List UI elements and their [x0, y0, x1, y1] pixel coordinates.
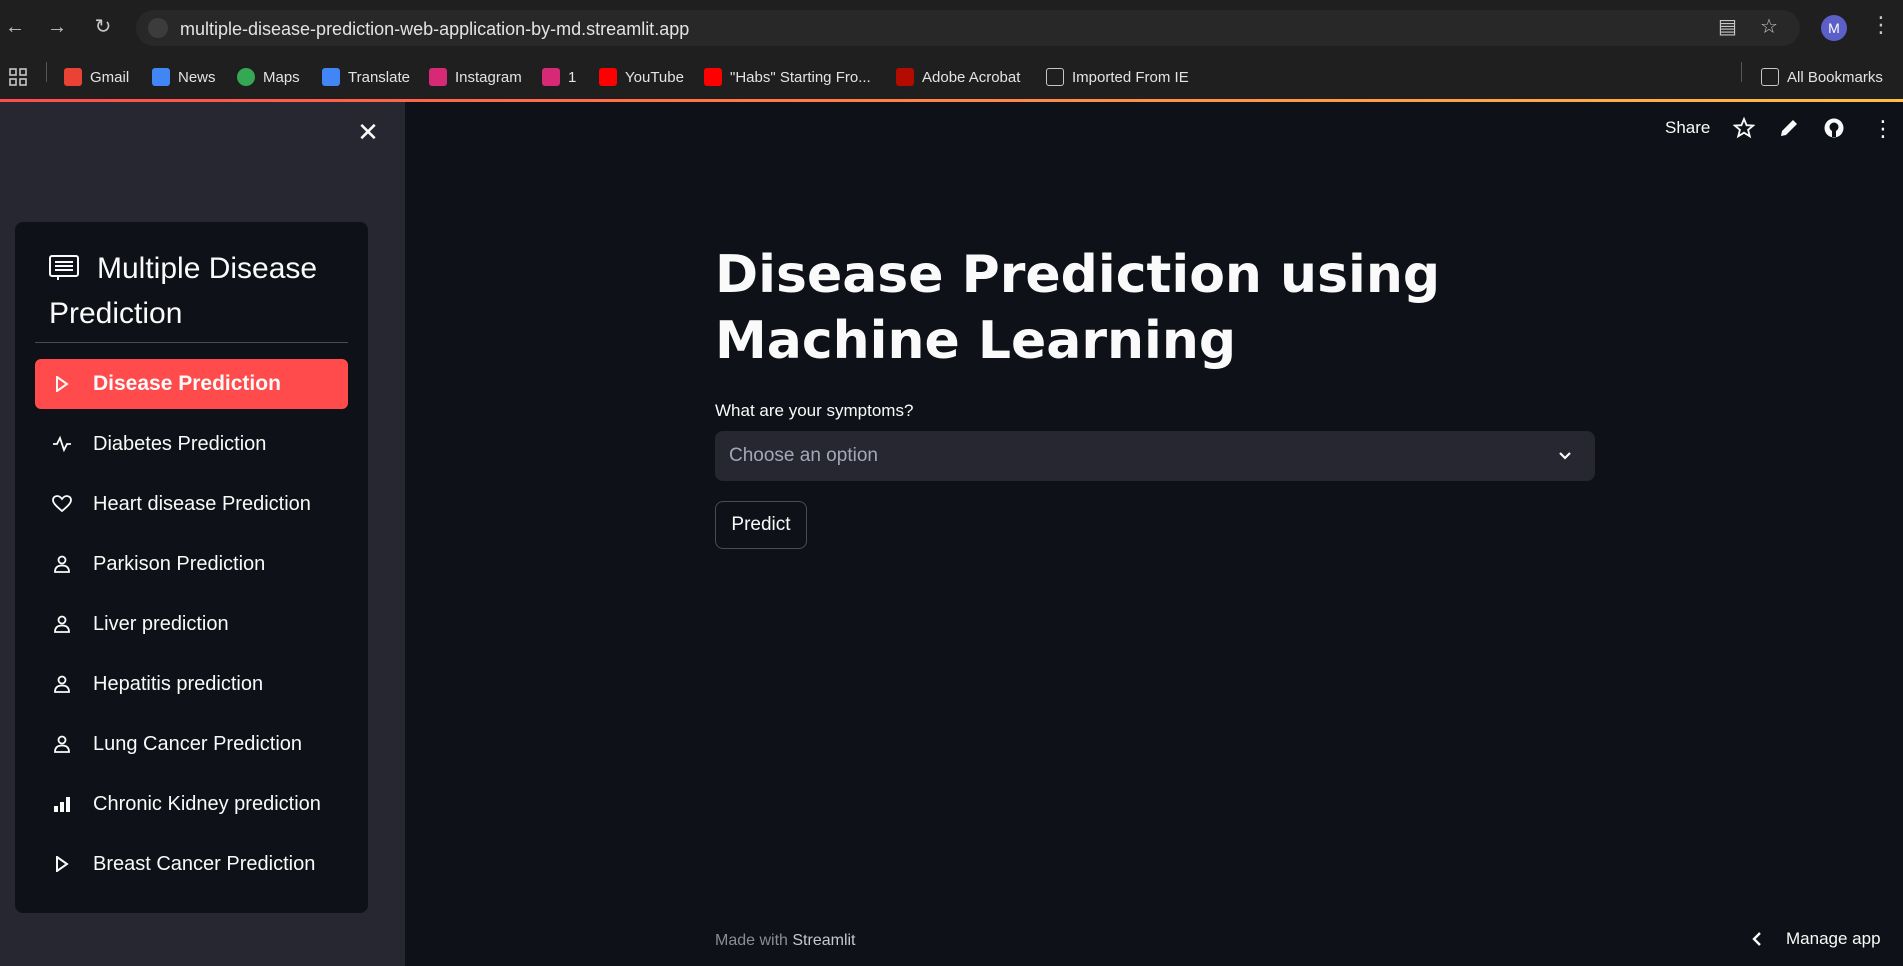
address-bar[interactable]: multiple-disease-prediction-web-applicat…: [136, 10, 1800, 46]
instagram-icon: [542, 68, 560, 86]
folder-icon: [1761, 68, 1779, 86]
list-icon: [49, 255, 79, 280]
manage-app-button[interactable]: Manage app: [1750, 929, 1881, 949]
all-bookmarks[interactable]: All Bookmarks: [1761, 64, 1883, 90]
chevron-left-icon: [1752, 932, 1761, 946]
reload-icon[interactable]: ↻: [88, 12, 118, 42]
bookmark-gmail[interactable]: Gmail: [64, 64, 129, 90]
star-icon[interactable]: [1732, 116, 1756, 141]
sidebar-item-parkison-prediction[interactable]: Parkison Prediction: [35, 539, 348, 589]
bookmark-instagram[interactable]: Instagram: [429, 64, 522, 90]
maps-icon: [237, 68, 255, 86]
instagram-icon: [429, 68, 447, 86]
sidebar-item-lung-cancer-prediction[interactable]: Lung Cancer Prediction: [35, 719, 348, 769]
streamlit-link[interactable]: Streamlit: [792, 932, 855, 949]
acrobat-icon: [896, 68, 914, 86]
person-icon: [51, 673, 73, 695]
sidebar-item-liver-prediction[interactable]: Liver prediction: [35, 599, 348, 649]
bookmark-youtube[interactable]: YouTube: [599, 64, 684, 90]
bookmark-maps[interactable]: Maps: [237, 64, 300, 90]
install-app-icon[interactable]: ▤: [1718, 12, 1737, 42]
select-placeholder: Choose an option: [729, 445, 878, 466]
edit-icon[interactable]: [1778, 117, 1800, 141]
option-menu: Multiple Disease Prediction Disease Pred…: [15, 222, 368, 913]
symptoms-select[interactable]: Choose an option: [715, 431, 1595, 481]
gmail-icon: [64, 68, 82, 86]
person-icon: [51, 553, 73, 575]
sidebar-item-chronic-kidney-prediction[interactable]: Chronic Kidney prediction: [35, 779, 348, 829]
sidebar-item-disease-prediction[interactable]: Disease Prediction: [35, 359, 348, 409]
bookmark-adobe-acrobat[interactable]: Adobe Acrobat: [896, 64, 1020, 90]
address-row: ← → ↻ multiple-disease-prediction-web-ap…: [0, 0, 1903, 54]
menu-divider: [35, 342, 348, 343]
bookmarks-separator: [1741, 62, 1742, 82]
bookmark-imported-from-ie[interactable]: Imported From IE: [1046, 64, 1189, 90]
footer-made-with: Made with Streamlit: [715, 932, 856, 949]
symptoms-label: What are your symptoms?: [715, 401, 914, 420]
sidebar: ✕ Multiple Disease Prediction Disease Pr…: [0, 102, 405, 966]
youtube-icon: [704, 68, 722, 86]
close-sidebar-icon[interactable]: ✕: [356, 119, 380, 145]
browser-menu-icon[interactable]: ⋮: [1870, 12, 1892, 38]
play-icon: [51, 853, 73, 875]
url-text: multiple-disease-prediction-web-applicat…: [180, 19, 690, 39]
bookmarks-separator: [46, 62, 47, 82]
site-info-icon[interactable]: [148, 18, 168, 38]
play-icon: [51, 373, 73, 395]
sidebar-item-diabetes-prediction[interactable]: Diabetes Prediction: [35, 419, 348, 469]
bookmark-instagram-1[interactable]: 1: [542, 64, 576, 90]
back-icon[interactable]: ←: [0, 12, 30, 42]
predict-button[interactable]: Predict: [715, 501, 807, 549]
bookmark-habs[interactable]: "Habs" Starting Fro...: [704, 64, 871, 90]
translate-icon: [322, 68, 340, 86]
folder-icon: [1046, 68, 1064, 86]
page-title: Disease Prediction using Machine Learnin…: [715, 245, 1441, 371]
main-menu-icon[interactable]: ⋮: [1872, 116, 1894, 141]
avatar[interactable]: M: [1821, 15, 1847, 41]
bookmark-news[interactable]: News: [152, 64, 216, 90]
bookmarks-bar: Gmail News Maps Translate Instagram 1 Yo…: [0, 54, 1903, 100]
share-button[interactable]: Share: [1665, 118, 1710, 142]
heart-icon: [51, 493, 73, 515]
bookmark-star-icon[interactable]: ☆: [1760, 12, 1778, 42]
bookmark-translate[interactable]: Translate: [322, 64, 410, 90]
forward-icon[interactable]: →: [42, 12, 72, 42]
news-icon: [152, 68, 170, 86]
bar-chart-icon: [51, 793, 73, 815]
person-icon: [51, 613, 73, 635]
menu-title: Multiple Disease Prediction: [49, 252, 318, 330]
activity-icon: [51, 433, 73, 455]
youtube-icon: [599, 68, 617, 86]
sidebar-item-breast-cancer-prediction[interactable]: Breast Cancer Prediction: [35, 839, 348, 889]
sidebar-item-heart-disease-prediction[interactable]: Heart disease Prediction: [35, 479, 348, 529]
github-icon[interactable]: [1823, 117, 1845, 141]
sidebar-item-hepatitis-prediction[interactable]: Hepatitis prediction: [35, 659, 348, 709]
chevron-down-icon: [1559, 452, 1571, 460]
apps-icon[interactable]: [8, 64, 28, 90]
person-icon: [51, 733, 73, 755]
